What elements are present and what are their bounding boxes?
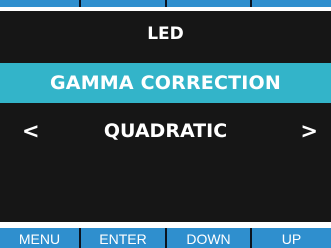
top-key-2 bbox=[81, 0, 165, 7]
menu-button[interactable]: MENU bbox=[0, 228, 79, 248]
down-button[interactable]: DOWN bbox=[167, 228, 250, 248]
selected-setting-bar[interactable]: GAMMA CORRECTION bbox=[0, 63, 331, 103]
enter-button[interactable]: ENTER bbox=[81, 228, 165, 248]
top-key-4 bbox=[252, 0, 331, 7]
lcd-display: LED GAMMA CORRECTION < QUADRATIC > bbox=[0, 11, 331, 222]
softkey-bar: MENU ENTER DOWN UP bbox=[0, 228, 331, 248]
setting-value-row: < QUADRATIC > bbox=[0, 115, 331, 147]
top-button-strip bbox=[0, 0, 331, 7]
device-screen: LED GAMMA CORRECTION < QUADRATIC > MENU … bbox=[0, 0, 331, 248]
top-key-3 bbox=[167, 0, 250, 7]
next-option-arrow[interactable]: > bbox=[300, 115, 318, 147]
up-button[interactable]: UP bbox=[252, 228, 331, 248]
menu-title: LED bbox=[147, 24, 184, 44]
top-key-1 bbox=[0, 0, 79, 7]
setting-value: QUADRATIC bbox=[103, 120, 228, 142]
